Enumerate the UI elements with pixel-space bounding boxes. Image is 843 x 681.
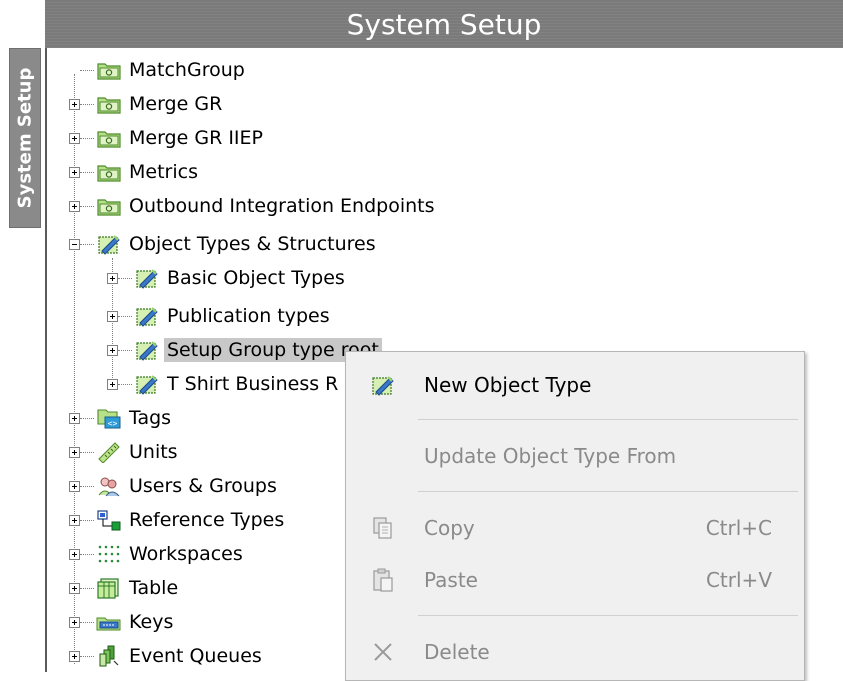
object-type-icon <box>136 341 158 361</box>
expand-toggle[interactable] <box>69 132 80 144</box>
expand-toggle[interactable] <box>107 272 118 284</box>
menu-item-shortcut: Ctrl+V <box>705 568 772 592</box>
tree-node-label: Users & Groups <box>129 475 277 497</box>
copy-icon <box>373 517 392 539</box>
tree-node-label: Workspaces <box>129 543 243 565</box>
tree-node-label: Merge GR <box>129 93 223 115</box>
tree-node-label: Outbound Integration Endpoints <box>129 195 435 217</box>
folder-icon <box>97 63 121 80</box>
tree-node-label: T Shirt Business R <box>167 373 339 395</box>
tree-node-tags[interactable]: <> Tags <box>69 403 174 433</box>
context-menu: New Object Type Update Object Type From … <box>345 351 805 681</box>
object-type-icon <box>136 269 158 289</box>
tree-node-label: Table <box>129 577 179 599</box>
expand-toggle[interactable] <box>69 412 80 424</box>
expand-toggle[interactable] <box>69 98 80 110</box>
tree-node-label: Object Types & Structures <box>129 233 376 255</box>
users-icon <box>98 477 120 497</box>
tree-node-units[interactable]: Units <box>69 437 181 467</box>
panel-title: System Setup <box>346 7 542 41</box>
menu-item-copy[interactable]: Copy Ctrl+C <box>346 503 804 553</box>
tree-node-metrics[interactable]: Metrics <box>69 157 201 187</box>
tree-node-reference-types[interactable]: Reference Types <box>69 505 287 535</box>
tree-node-matchgroup[interactable]: MatchGroup <box>69 55 248 85</box>
object-type-icon <box>136 375 158 395</box>
keys-icon <box>96 617 121 631</box>
menu-separator <box>418 491 798 492</box>
menu-separator <box>418 615 798 616</box>
expand-toggle[interactable] <box>107 344 118 356</box>
tree-node-label: Tags <box>129 407 172 429</box>
tree-node-merge-gr-iiep[interactable]: Merge GR IIEP <box>69 123 266 153</box>
tree-node-label: Reference Types <box>129 509 285 531</box>
expand-toggle[interactable] <box>69 480 80 492</box>
tags-icon: <> <box>97 409 121 429</box>
side-tab-system-setup[interactable]: System Setup <box>9 48 41 228</box>
tree-node-label: Keys <box>129 611 174 633</box>
tree-node-publication-types[interactable]: Publication types <box>107 301 333 331</box>
tree-node-outbound-integration-endpoints[interactable]: Outbound Integration Endpoints <box>69 191 438 221</box>
menu-item-update-object-type-from[interactable]: Update Object Type From <box>346 431 804 481</box>
menu-item-new-object-type[interactable]: New Object Type <box>346 360 804 410</box>
tree-node-t-shirt-business[interactable]: T Shirt Business R <box>107 369 341 399</box>
expand-toggle[interactable] <box>69 446 80 458</box>
panel-header: System Setup <box>45 0 843 48</box>
tree-node-label: Metrics <box>129 161 198 183</box>
tree-node-object-types-structures[interactable]: Object Types & Structures <box>69 229 379 259</box>
tree-node-table[interactable]: Table <box>69 573 181 603</box>
object-type-icon <box>372 376 394 396</box>
menu-item-shortcut: Ctrl+C <box>705 516 772 540</box>
menu-item-label: Paste <box>424 568 478 592</box>
expand-toggle[interactable] <box>107 378 118 390</box>
expand-toggle[interactable] <box>69 616 80 628</box>
ruler-icon <box>98 442 120 463</box>
paste-icon <box>373 568 393 592</box>
expand-toggle[interactable] <box>69 166 80 178</box>
menu-item-label: New Object Type <box>424 373 592 397</box>
tree-node-users-groups[interactable]: Users & Groups <box>69 471 280 501</box>
expand-toggle[interactable] <box>107 310 118 322</box>
object-type-icon <box>98 235 120 255</box>
delete-icon <box>374 643 392 661</box>
expand-toggle[interactable] <box>69 650 80 662</box>
event-queues-icon <box>99 645 119 667</box>
tree-node-label: Event Queues <box>129 645 262 667</box>
menu-item-label: Delete <box>424 640 490 664</box>
tree-node-setup-group-type-root[interactable]: Setup Group type root <box>107 335 382 365</box>
folder-icon <box>97 131 121 148</box>
tree-node-label: Publication types <box>167 305 330 327</box>
expand-toggle[interactable] <box>69 582 80 594</box>
collapse-toggle[interactable] <box>69 238 80 250</box>
menu-separator <box>418 419 798 420</box>
folder-icon <box>97 165 121 182</box>
tree-node-label: MatchGroup <box>129 59 245 81</box>
tree-node-basic-object-types[interactable]: Basic Object Types <box>107 263 348 293</box>
svg-text:<>: <> <box>108 419 118 428</box>
menu-item-delete[interactable]: Delete <box>346 627 804 677</box>
expand-toggle[interactable] <box>69 548 80 560</box>
tree-node-label: Units <box>129 441 178 463</box>
tree-node-label: Basic Object Types <box>167 267 345 289</box>
object-type-icon <box>136 307 158 327</box>
tree-node-label: Merge GR IIEP <box>129 127 263 149</box>
folder-icon <box>97 199 121 216</box>
tree-node-workspaces[interactable]: Workspaces <box>69 539 246 569</box>
workspaces-icon <box>98 545 120 563</box>
expand-toggle[interactable] <box>69 200 80 212</box>
expand-toggle[interactable] <box>69 514 80 526</box>
menu-item-label: Update Object Type From <box>424 444 677 468</box>
folder-icon <box>97 97 121 114</box>
reference-types-icon <box>97 510 121 531</box>
tree-node-merge-gr[interactable]: Merge GR <box>69 89 225 119</box>
side-tab-label: System Setup <box>14 67 36 209</box>
side-strip: System Setup <box>0 0 45 672</box>
tree-node-keys[interactable]: Keys <box>69 607 176 637</box>
menu-item-label: Copy <box>424 516 475 540</box>
tree-node-event-queues[interactable]: Event Queues <box>69 641 265 671</box>
menu-item-paste[interactable]: Paste Ctrl+V <box>346 555 804 605</box>
table-icon <box>97 578 119 599</box>
